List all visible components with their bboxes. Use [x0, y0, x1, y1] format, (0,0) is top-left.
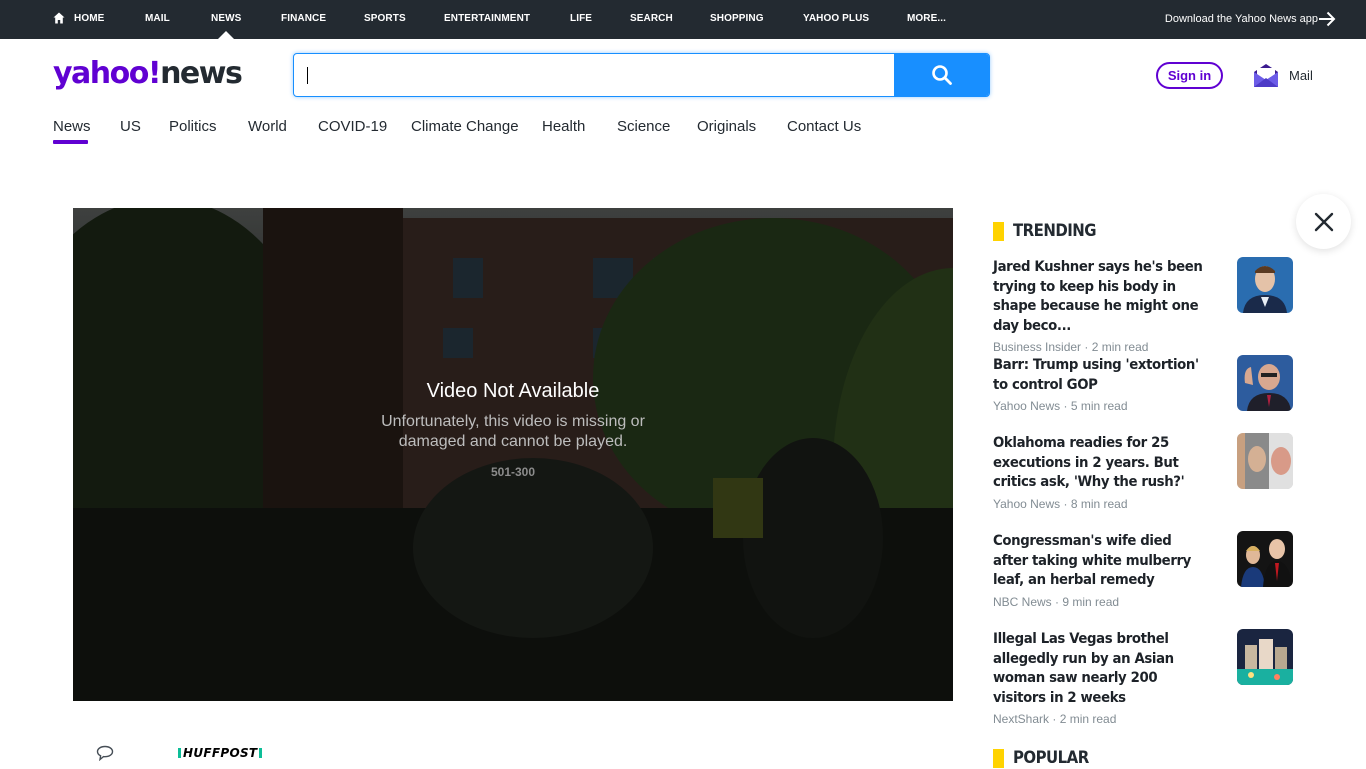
home-icon[interactable]: [53, 12, 65, 24]
trending-accent-bar: [993, 221, 1004, 241]
story-meta: Yahoo News · 8 min read: [993, 496, 1128, 511]
video-error-message: Video Not Available Unfortunately, this …: [73, 380, 953, 479]
story-source: NBC News: [993, 594, 1052, 609]
search-button[interactable]: [894, 54, 989, 96]
huffpost-accent-right: [259, 748, 263, 758]
arrow-right-icon[interactable]: [1318, 11, 1336, 27]
topnav-entertainment[interactable]: Entertainment: [444, 13, 530, 24]
trending-story[interactable]: Oklahoma readies for 25 executions in 2 …: [993, 433, 1293, 511]
subnav-science[interactable]: Science: [617, 118, 670, 135]
subnav-news[interactable]: News: [53, 118, 91, 135]
story-headline[interactable]: Jared Kushner says he's been trying to k…: [993, 258, 1207, 336]
logo-news: news: [160, 56, 243, 91]
story-thumbnail[interactable]: [1237, 629, 1293, 685]
subnav-covid-19[interactable]: COVID-19: [318, 118, 387, 135]
subnav-contact-us[interactable]: Contact Us: [787, 118, 861, 135]
topnav-home[interactable]: Home: [74, 13, 104, 24]
video-player[interactable]: Video Not Available Unfortunately, this …: [73, 208, 953, 701]
trending-story[interactable]: Illegal Las Vegas brothel allegedly run …: [993, 629, 1293, 726]
story-source: Business Insider: [993, 340, 1082, 354]
trending-story[interactable]: Congressman's wife died after taking whi…: [993, 531, 1293, 609]
story-headline[interactable]: Illegal Las Vegas brothel allegedly run …: [993, 630, 1207, 708]
comment-icon[interactable]: [96, 745, 114, 761]
search-icon: [931, 65, 952, 85]
story-headline[interactable]: Congressman's wife died after taking whi…: [993, 532, 1207, 591]
download-app-link[interactable]: Download the Yahoo News app: [1165, 13, 1318, 25]
subnav-health[interactable]: Health: [542, 118, 585, 135]
logo-yahoo: yahoo!: [53, 56, 162, 91]
story-read-time: 9 min read: [1062, 594, 1120, 609]
search-input[interactable]: [294, 54, 894, 96]
subnav-originals[interactable]: Originals: [697, 118, 756, 135]
popular-header: POPULAR: [993, 747, 1099, 769]
active-tab-caret: [218, 31, 234, 39]
publisher-name: HUFFPOST: [183, 746, 258, 760]
topnav-more[interactable]: More...: [907, 13, 946, 24]
trending-story[interactable]: Jared Kushner says he's been trying to k…: [993, 257, 1293, 354]
yahoo-news-logo[interactable]: yahoo!news: [53, 56, 243, 92]
story-meta: NBC News · 9 min read: [993, 594, 1120, 609]
subnav-climate-change[interactable]: Climate Change: [411, 118, 519, 135]
video-error-code: 501-300: [490, 465, 536, 479]
topnav-news[interactable]: News: [211, 13, 241, 24]
huffpost-accent-left: [178, 748, 181, 758]
story-thumbnail[interactable]: [1237, 531, 1293, 587]
top-navigation-bar: Home Mail News Finance Sports Entertainm…: [0, 0, 1366, 39]
active-section-underline: [53, 140, 88, 144]
trending-story[interactable]: Barr: Trump using 'extortion' to control…: [993, 355, 1293, 413]
story-meta: Business Insider · 2 min read: [993, 340, 1149, 354]
story-source: Yahoo News: [993, 496, 1061, 511]
subnav-us[interactable]: US: [120, 118, 141, 135]
video-error-description: Unfortunately, this video is missing or …: [381, 413, 645, 450]
sign-in-button[interactable]: Sign in: [1156, 62, 1223, 89]
mail-link[interactable]: Mail: [1254, 62, 1313, 88]
story-headline[interactable]: Oklahoma readies for 25 executions in 2 …: [993, 434, 1207, 493]
story-read-time: 5 min read: [1070, 399, 1128, 413]
publisher-logo-huffpost[interactable]: HUFFPOST: [178, 746, 263, 760]
topnav-yahoo-plus[interactable]: Yahoo Plus: [803, 13, 869, 24]
story-thumbnail[interactable]: [1237, 433, 1293, 489]
story-meta: NextShark · 2 min read: [993, 712, 1117, 726]
trending-title: TRENDING: [1013, 221, 1097, 241]
story-read-time: 2 min read: [1059, 712, 1117, 726]
close-icon: [1314, 212, 1333, 231]
topnav-shopping[interactable]: Shopping: [710, 13, 764, 24]
close-button[interactable]: [1296, 194, 1351, 249]
story-read-time: 2 min read: [1091, 340, 1149, 354]
mail-label: Mail: [1289, 67, 1313, 83]
subnav-politics[interactable]: Politics: [169, 118, 217, 135]
story-read-time: 8 min read: [1070, 496, 1128, 511]
trending-header: TRENDING: [993, 220, 1107, 242]
search-bar: [293, 53, 990, 97]
popular-title: POPULAR: [1013, 748, 1089, 768]
topnav-search[interactable]: Search: [630, 13, 673, 24]
text-cursor: [307, 67, 308, 84]
story-thumbnail[interactable]: [1237, 355, 1293, 411]
story-headline[interactable]: Barr: Trump using 'extortion' to control…: [993, 356, 1207, 395]
video-error-title: Video Not Available: [426, 380, 600, 402]
topnav-finance[interactable]: Finance: [281, 13, 326, 24]
story-source: Yahoo News: [993, 399, 1061, 413]
story-source: NextShark: [993, 712, 1050, 726]
subnav-world[interactable]: World: [248, 118, 287, 135]
popular-accent-bar: [993, 748, 1004, 768]
mail-icon: [1254, 64, 1278, 87]
story-thumbnail[interactable]: [1237, 257, 1293, 313]
topnav-sports[interactable]: Sports: [364, 13, 406, 24]
topnav-life[interactable]: Life: [570, 13, 592, 24]
topnav-mail[interactable]: Mail: [145, 13, 170, 24]
